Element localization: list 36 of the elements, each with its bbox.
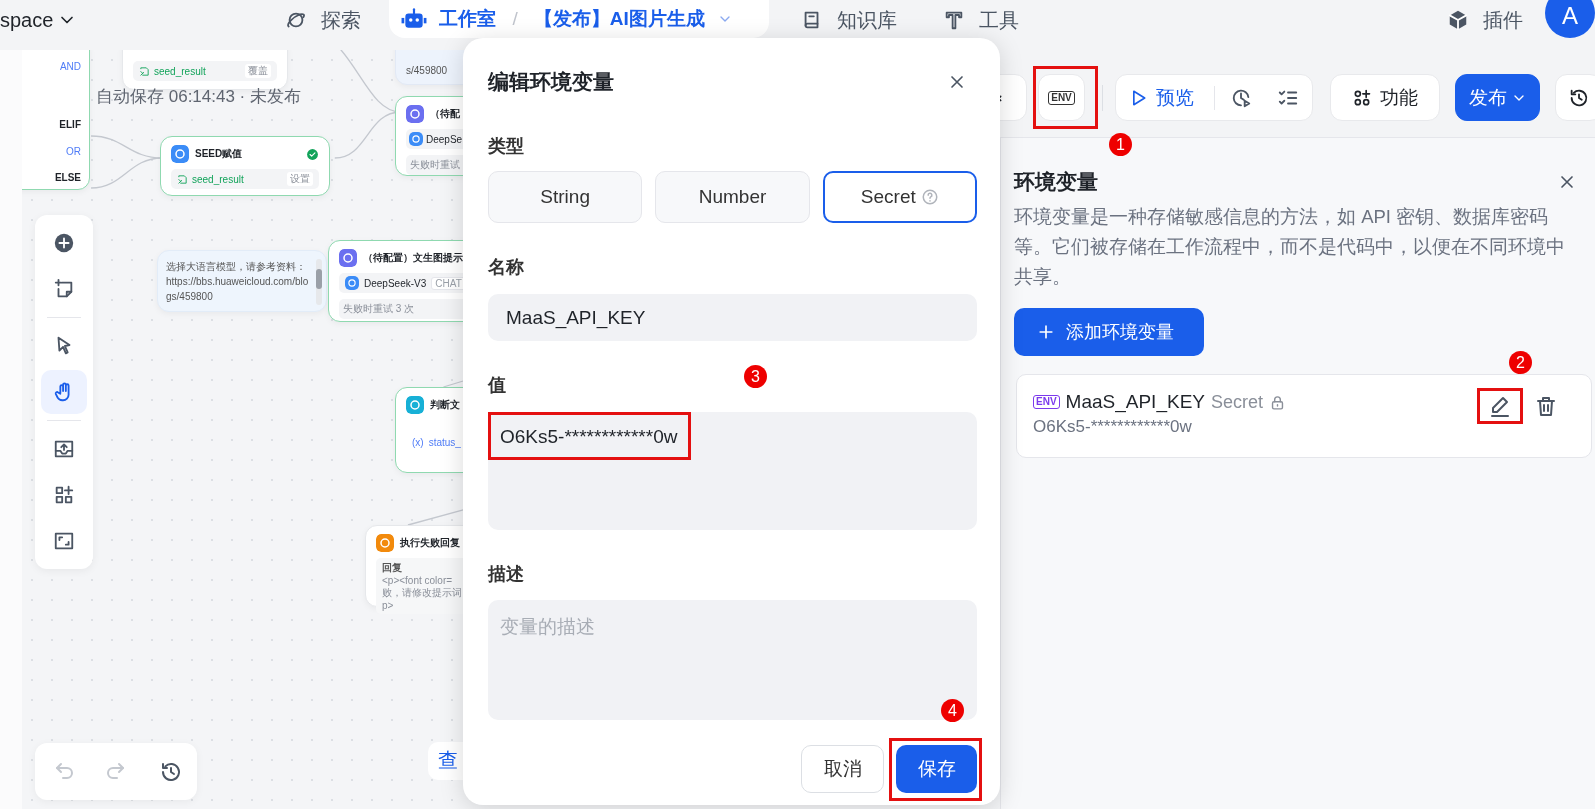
output-action: 设置 xyxy=(287,172,313,186)
model-name: DeepSe xyxy=(426,133,463,145)
reply-label: 回复 xyxy=(382,561,403,575)
reply-text: <p><font color= xyxy=(382,575,454,586)
variable-value: O6Ks5-************0w xyxy=(1033,417,1193,437)
variable-icon: (x) xyxy=(412,437,424,448)
output-action: 覆盖 xyxy=(245,64,271,78)
branch-label: AND xyxy=(59,60,81,74)
panel-description: 环境变量是一种存储敏感信息的方法，如 API 密钥、数据库密码等。它们被存储在工作流程中，而不是代码中，以便在不同环境中共享。 xyxy=(1014,205,1566,289)
branch-label: ELIF xyxy=(59,118,81,132)
field-label: 类型 xyxy=(488,135,524,158)
node-title: 执行失败回复 xyxy=(400,536,460,550)
branch-label: ELSE xyxy=(54,171,81,185)
variable-name: MaaS_API_KEY xyxy=(1065,391,1205,413)
dialog-title: 编辑环境变量 xyxy=(488,69,614,95)
node-title: （待配置）文生图提示 xyxy=(363,251,463,265)
field-label: 值 xyxy=(488,374,506,397)
variable-type: Secret xyxy=(1211,391,1263,413)
node-title: SEED赋值 xyxy=(195,147,243,161)
model-name: DeepSeek-V3 xyxy=(364,277,427,289)
node-title: （待配 xyxy=(430,107,460,121)
panel-title: 环境变量 xyxy=(1014,169,1098,195)
node-text: s/459800 xyxy=(406,65,449,76)
model-tag: CHAT xyxy=(431,276,466,290)
step-number: 3 xyxy=(744,365,767,388)
variable-name: status_ xyxy=(428,437,461,448)
output-name: seed_result xyxy=(192,173,244,185)
branch-label: OR xyxy=(66,145,81,159)
field-label: 名称 xyxy=(488,256,524,279)
note-text: 选择大语言模型，请参考资料：https://bbs.huaweicloud.com/blogs/459800 xyxy=(166,260,310,304)
env-tag: ENV xyxy=(1033,395,1060,409)
breadcrumb-separator: / xyxy=(512,8,518,30)
output-name: seed_result xyxy=(154,65,206,77)
node-title: 判断文 xyxy=(430,398,460,412)
step-number: 2 xyxy=(1509,351,1532,374)
reply-text: 败，请修改提示词 xyxy=(382,586,463,600)
